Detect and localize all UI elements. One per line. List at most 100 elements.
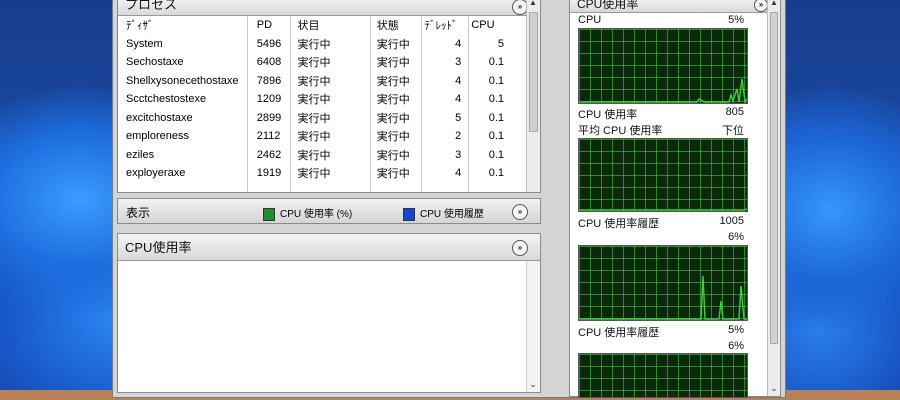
process-threads: 2 [455,130,462,143]
process-cpu: 0.1 [488,56,504,69]
cpu-panel-scrollbar[interactable]: ▲ ⌄ [767,0,780,396]
table-row[interactable]: exployeraxe 1919 実行中 実行中 4 0.1 [118,164,526,183]
process-status: 実行中 [376,112,410,125]
table-row[interactable]: excitchostaxe 2899 実行中 実行中 5 0.1 [118,109,526,128]
cpu-usage-title: CPU使用率 [125,240,192,255]
process-pid: 2112 [256,130,281,143]
cpu-graph-panel-header: CPU使用率 » [570,0,780,13]
process-cpu: 0.1 [488,130,504,143]
table-row[interactable]: Scctchestostexe 1209 実行中 実行中 4 0.1 [118,90,526,109]
graph-1-sublabel: 平均 CPU 使用率 [578,125,663,137]
process-status: 実行中 [376,131,410,144]
legend-item-usage: CPU 使用率 (%) [263,205,352,221]
cpu-graph-3 [578,245,748,321]
process-cpu: 5 [497,37,504,50]
cpu-scroll-down-icon[interactable]: ⌄ [768,383,780,394]
process-name: Scctchestostexe [126,93,207,106]
process-name: Shellxysonecethostaxe [126,74,239,87]
process-threads: 3 [455,148,462,161]
legend-toggle-icon[interactable]: » [512,204,528,220]
process-threads: 4 [455,37,462,50]
table-row[interactable]: emploreness 2112 実行中 実行中 2 0.1 [118,127,526,146]
column-header-state1[interactable]: 状目 [296,16,375,35]
column-header-cpu[interactable]: CPU [469,16,526,35]
process-status: 実行中 [376,75,410,88]
process-threads: 4 [455,93,462,106]
process-threads: 4 [455,74,462,87]
cpu-graph-1-line [579,78,748,104]
column-header-threads[interactable]: ﾃﾞﾚｯﾄﾞ [423,16,470,35]
process-state1: 実行中 [297,112,331,125]
cpu-graph-panel: CPU使用率 » CPU 5% CPU 使用率 805 平均 CPU 使用率 下… [569,0,781,398]
process-name: exployeraxe [126,167,186,180]
graph-1-label: CPU 使用率 [578,109,638,121]
process-name: emploreness [126,130,189,143]
process-pid: 5496 [256,37,282,50]
graph-3-subvalue: 6% [728,340,744,352]
cpu-top-label: CPU [578,14,602,26]
table-row[interactable]: Sechostaxe 6408 実行中 実行中 3 0.1 [118,53,526,72]
legend-item-history: CPU 使用履歴 [403,205,484,221]
process-status: 実行中 [376,149,410,162]
cpu-graph-3-line [579,275,747,320]
column-header-pid[interactable]: PD [253,16,296,35]
process-pid: 2899 [256,111,282,124]
graph-3-value: 5% [728,324,744,336]
cpu-usage-panel: CPU使用率 » ⌄ [117,233,541,393]
process-name: eziles [126,148,155,161]
blue-swatch-icon [403,207,415,221]
process-state1: 実行中 [297,149,331,162]
process-cpu: 0.1 [488,167,504,180]
scroll-down-icon[interactable]: ⌄ [527,379,539,390]
process-status: 実行中 [376,38,410,51]
cpu-scroll-up-icon[interactable]: ▲ [768,0,780,7]
graph-3-label: CPU 使用率履歴 [578,327,660,339]
process-pid: 1209 [256,93,282,106]
table-row[interactable]: Shellxysonecethostaxe 7896 実行中 実行中 4 0.1 [118,72,526,91]
cpu-graph-panel-title: CPU使用率 [577,0,639,11]
process-name: System [126,37,163,50]
cpu-graph-1 [578,28,748,104]
scrollbar-thumb[interactable] [529,12,538,132]
table-row[interactable]: eziles 2462 実行中 実行中 3 0.1 [118,146,526,165]
cpu-usage-toggle-icon[interactable]: » [512,240,528,256]
process-state1: 実行中 [297,57,331,70]
scroll-up-icon[interactable]: ▲ [527,0,539,7]
process-pid: 1919 [256,167,282,180]
cpu-usage-panel-header: CPU使用率 » [118,234,540,261]
process-panel: プロセス » ﾃﾞｨｻﾞ PD 状目 状態 ﾃﾞﾚｯﾄﾞ CPU System … [117,0,541,193]
process-name: excitchostaxe [126,111,193,124]
process-scrollbar[interactable]: ▲ [526,0,540,192]
cpu-graph-2 [578,138,748,212]
process-cpu: 0.1 [488,148,504,161]
table-row[interactable]: System 5496 実行中 実行中 4 5 [118,35,526,54]
process-state1: 実行中 [297,131,331,144]
column-header-status[interactable]: 状態 [375,16,423,35]
process-pid: 6408 [256,56,282,69]
cpu-scrollbar-thumb[interactable] [770,12,778,344]
cpu-graph-4 [578,353,748,398]
process-threads: 5 [455,111,462,124]
process-name: Sechostaxe [126,56,184,69]
process-threads: 4 [455,167,462,180]
green-swatch-icon [263,207,275,221]
process-pid: 7896 [256,74,282,87]
process-status: 実行中 [376,94,410,107]
column-header-name[interactable]: ﾃﾞｨｻﾞ [118,16,253,35]
process-pid: 2462 [256,148,282,161]
process-table-area: ﾃﾞｨｻﾞ PD 状目 状態 ﾃﾞﾚｯﾄﾞ CPU System 5496 実行中実… [118,16,526,192]
graph-2-value: 1005 [719,215,744,227]
process-panel-header: プロセス » [118,0,540,16]
process-threads: 3 [455,56,462,69]
process-cpu: 0.1 [488,74,504,87]
graph-2-label: CPU 使用率履歴 [578,218,660,230]
graph-1-value: 805 [725,106,744,118]
graph-1-subvalue: 下位 [722,125,744,137]
process-status: 実行中 [376,57,410,70]
process-table-header: ﾃﾞｨｻﾞ PD 状目 状態 ﾃﾞﾚｯﾄﾞ CPU [118,16,526,35]
cpu-usage-scrollbar[interactable]: ⌄ [526,261,540,392]
cpu-top-value: 5% [728,14,744,26]
cpu-graph-toggle-icon[interactable]: » [754,0,768,12]
view-label: 表示 [126,206,151,220]
process-state1: 実行中 [297,38,331,51]
